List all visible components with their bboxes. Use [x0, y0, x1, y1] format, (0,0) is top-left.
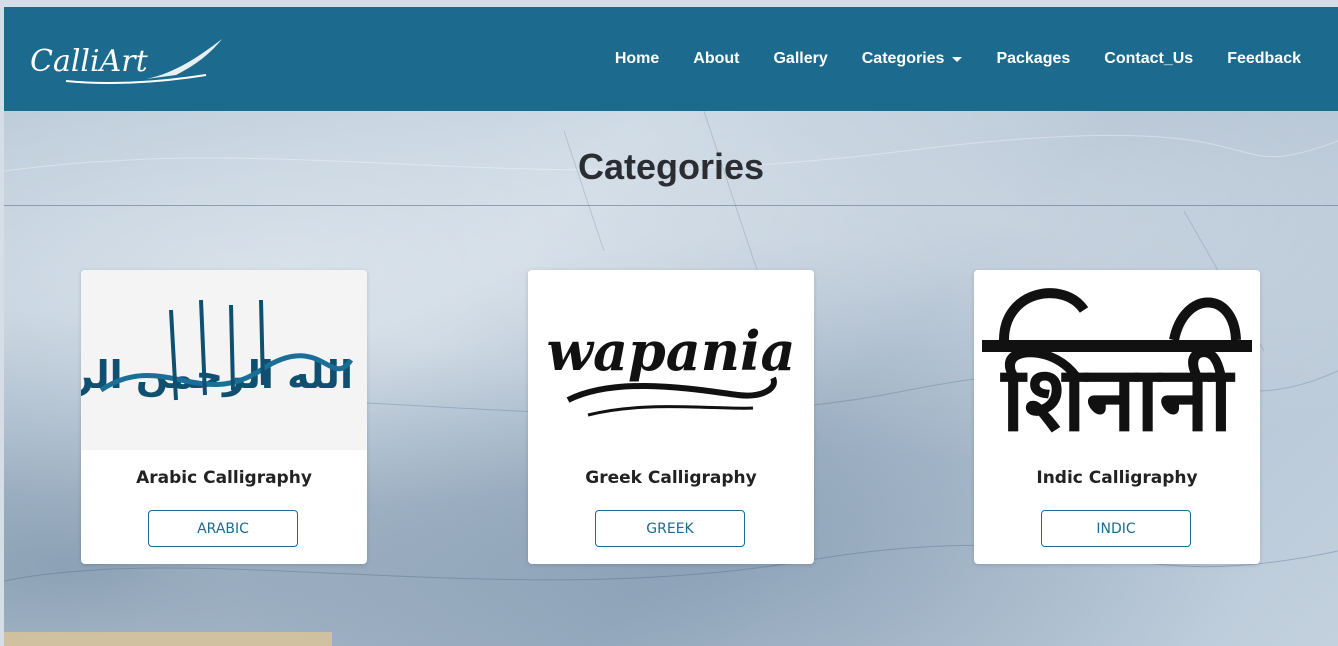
brand-logo[interactable]: CalliArt	[26, 35, 226, 87]
nav-about[interactable]: About	[676, 50, 756, 68]
arabic-button[interactable]: ARABIC	[148, 510, 298, 547]
nav-contact-us[interactable]: Contact_Us	[1087, 50, 1210, 68]
browser-status-bar	[4, 632, 332, 646]
svg-text:CalliArt: CalliArt	[30, 44, 149, 79]
nav-packages-label: Packages	[996, 50, 1071, 67]
svg-text:wapania: wapania	[547, 319, 796, 383]
category-card-indic: शिनानी Indic Calligraphy INDIC	[974, 270, 1260, 564]
nav-categories-label: Categories	[861, 50, 945, 67]
card-title: Greek Calligraphy	[585, 468, 757, 488]
nav-packages[interactable]: Packages	[979, 50, 1087, 68]
nav-contact-us-label: Contact_Us	[1104, 50, 1194, 67]
category-card-greek: wapania Greek Calligraphy GREEK	[528, 270, 814, 564]
page-title: Categories	[577, 146, 765, 187]
nav-categories-dropdown[interactable]: Categories	[845, 50, 980, 68]
nav-gallery[interactable]: Gallery	[756, 50, 844, 68]
nav-gallery-label: Gallery	[773, 50, 828, 67]
greek-calligraphy-image: wapania	[528, 270, 814, 450]
indic-button[interactable]: INDIC	[1041, 510, 1191, 547]
categories-section: Categories بسم الله الرحمن الرحيم Arabic…	[4, 111, 1338, 646]
svg-text:بسم الله الرحمن الرحيم: بسم الله الرحمن الرحيم	[81, 353, 367, 398]
nav-feedback-label: Feedback	[1227, 50, 1301, 67]
nav-about-label: About	[693, 50, 740, 67]
category-card-arabic: بسم الله الرحمن الرحيم Arabic Calligraph…	[81, 270, 367, 564]
browser-viewport: CalliArt Home About Gallery Categories P…	[4, 7, 1338, 646]
title-divider	[4, 205, 1338, 206]
card-title: Arabic Calligraphy	[136, 468, 312, 488]
main-nav: Home About Gallery Categories Packages C…	[598, 7, 1318, 111]
nav-home[interactable]: Home	[598, 50, 676, 68]
svg-text:शिनानी: शिनानी	[999, 347, 1235, 450]
card-title: Indic Calligraphy	[1036, 468, 1198, 488]
nav-feedback[interactable]: Feedback	[1210, 50, 1318, 68]
calliart-logo-icon: CalliArt	[30, 39, 222, 84]
arabic-calligraphy-image: بسم الله الرحمن الرحيم	[81, 270, 367, 450]
greek-button[interactable]: GREEK	[595, 510, 745, 547]
indic-calligraphy-image: शिनानी	[974, 270, 1260, 450]
nav-home-label: Home	[614, 50, 660, 67]
navbar: CalliArt Home About Gallery Categories P…	[4, 7, 1338, 111]
caret-down-icon	[952, 56, 963, 62]
